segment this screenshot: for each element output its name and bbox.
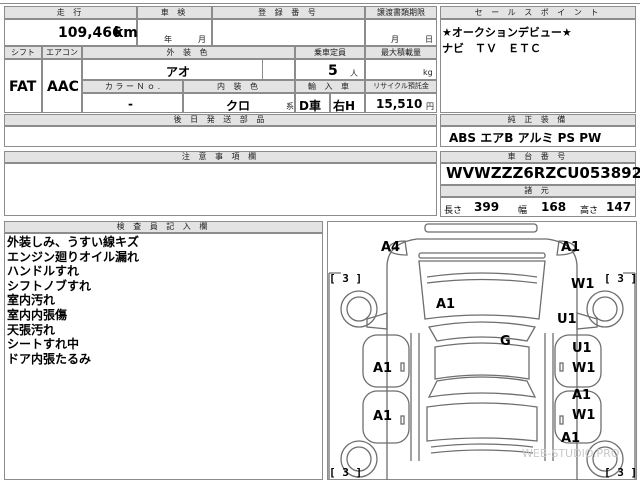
inspection-header: 車 検	[137, 6, 212, 19]
width-label: 幅	[518, 206, 528, 216]
remark-line: シフトノブすれ	[7, 278, 92, 293]
import-header: 輸 入 車	[295, 80, 365, 93]
shift-header: シフト	[4, 46, 42, 59]
equipment-value: ABS エアB アルミ PS PW	[449, 131, 602, 145]
notes-header: 注 意 事 項 欄	[4, 151, 437, 163]
damage-mark[interactable]: A1	[561, 240, 580, 255]
notes-cell	[4, 163, 437, 216]
mileage-value: 109,466	[58, 25, 122, 41]
damage-mark[interactable]: W1	[572, 361, 595, 376]
color-no-header: カ ラ ー Ｎ ｏ .	[82, 80, 183, 93]
bracket-label-left-top: [ 3 ]	[329, 272, 363, 285]
damage-mark[interactable]: A1	[561, 431, 580, 446]
color-no-value: -	[128, 97, 133, 111]
handle-value: 右H	[333, 99, 356, 113]
remark-line: 天張汚れ	[7, 322, 56, 337]
sales-line-1: ★オークションデビュー★	[442, 26, 572, 39]
inspection-year: 年	[164, 35, 172, 44]
top-cut-strip	[0, 0, 640, 4]
recycle-unit: 円	[426, 102, 434, 111]
damage-mark[interactable]: A1	[572, 388, 591, 403]
width-value: 168	[541, 200, 567, 214]
damage-mark[interactable]: A1	[373, 361, 392, 376]
remark-line: 室内汚れ	[7, 293, 56, 308]
capacity-header: 乗車定員	[295, 46, 365, 59]
chassis-value: WVWZZZ6RZCU053892	[446, 164, 640, 182]
remark-line: シートすれ中	[7, 337, 80, 352]
shift-value: FAT	[9, 79, 37, 95]
interior-color-header: 内 装 色	[183, 80, 295, 93]
interior-suffix: 系	[286, 102, 294, 111]
transfer-month: 月	[391, 35, 399, 44]
damage-mark[interactable]: A1	[373, 409, 392, 424]
damage-mark[interactable]: W1	[572, 408, 595, 423]
interior-color-value: クロ	[226, 99, 251, 113]
remark-line: ハンドルすれ	[7, 264, 80, 279]
equipment-header: 純 正 装 備	[440, 114, 636, 126]
chassis-header: 車 台 番 号	[440, 151, 636, 163]
exterior-color-header: 外 装 色	[82, 46, 295, 59]
max-load-header: 最大積載量	[365, 46, 437, 59]
damage-mark[interactable]: A4	[381, 240, 400, 255]
bracket-label-right-bottom: [ 3 ]	[604, 466, 638, 479]
mileage-unit: km	[114, 25, 138, 41]
capacity-unit: 人	[350, 69, 358, 78]
watermark: WEB-STUDIO.PRO	[522, 447, 620, 460]
bracket-label-right-top: [ 3 ]	[604, 272, 638, 285]
exterior-color-value: アオ	[166, 65, 191, 79]
bracket-label-left-bottom: [ 3 ]	[329, 466, 363, 479]
damage-mark[interactable]: A1	[436, 297, 455, 312]
remark-line: エンジン廻りオイル漏れ	[7, 249, 140, 264]
registration-header: 登 録 番 号	[212, 6, 365, 19]
dims-header: 諸 元	[440, 185, 636, 197]
exterior-color-sub	[262, 59, 295, 80]
inspection-month: 月	[198, 35, 206, 44]
transfer-header: 譲渡書類期限	[365, 6, 437, 19]
length-value: 399	[474, 200, 500, 214]
import-value: D車	[299, 99, 321, 113]
transfer-day: 日	[425, 35, 433, 44]
aircon-value: AAC	[47, 79, 79, 95]
damage-mark[interactable]: W1	[571, 277, 594, 292]
sales-header: セ ー ル ス ポ イ ン ト	[440, 6, 636, 19]
remark-line: 室内内張傷	[7, 307, 68, 322]
height-value: 147	[606, 200, 632, 214]
damage-mark[interactable]: U1	[572, 341, 592, 356]
delivery-header: 後 日 発 送 部 品	[4, 114, 437, 126]
aircon-header: エアコン	[42, 46, 82, 59]
height-label: 高さ	[580, 206, 599, 216]
inspector-header: 検 査 員 記 入 欄	[4, 221, 323, 233]
registration-cell	[212, 19, 365, 46]
recycle-value: 15,510	[376, 97, 423, 111]
remark-line: 外装しみ、うすい線キズ	[7, 235, 140, 249]
remark-line: ドア内張たるみ	[7, 351, 92, 366]
length-label: 長さ	[444, 206, 463, 216]
sales-line-2: ナビ ＴＶ ＥＴＣ	[442, 42, 541, 55]
damage-mark[interactable]: U1	[557, 312, 577, 327]
recycle-header: リサイクル預託金	[365, 80, 437, 93]
capacity-value: 5	[328, 63, 338, 79]
delivery-cell	[4, 126, 437, 147]
remarks-list: 外装しみ、うすい線キズ エンジン廻りオイル漏れ ハンドルすれ シフトノブすれ 室…	[7, 235, 139, 366]
mileage-header: 走 行	[4, 6, 137, 19]
max-load-unit: kg	[423, 68, 433, 77]
damage-mark[interactable]: G	[500, 334, 511, 349]
